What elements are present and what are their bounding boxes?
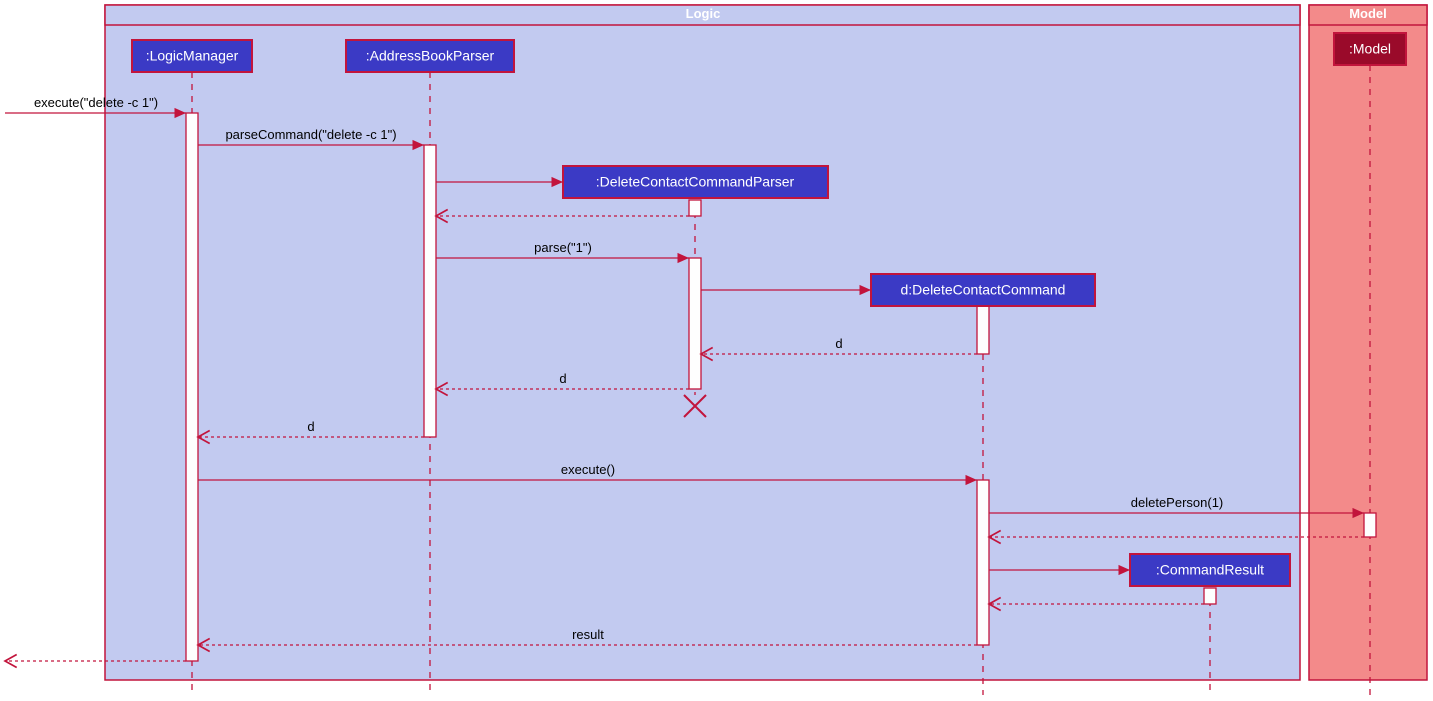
msg-return-result-label: result: [572, 627, 604, 642]
frame-model-label: Model: [1349, 6, 1387, 21]
participant-delete-contact-command-label: d:DeleteContactCommand: [901, 282, 1066, 298]
activation-logic-manager: [186, 113, 198, 661]
sequence-diagram: Logic Model :LogicManager :AddressBookPa…: [0, 0, 1433, 701]
activation-command-result: [1204, 588, 1216, 604]
msg-parse-command-label: parseCommand("delete -c 1"): [225, 127, 396, 142]
msg-return-d1-label: d: [835, 336, 842, 351]
activation-dccp-parse: [689, 258, 701, 389]
activation-dcc-execute: [977, 480, 989, 645]
frame-model: [1309, 5, 1427, 680]
activation-address-book-parser: [424, 145, 436, 437]
activation-dccp-create: [689, 200, 701, 216]
participant-delete-contact-command-parser-label: :DeleteContactCommandParser: [596, 174, 795, 190]
participant-address-book-parser-label: :AddressBookParser: [366, 48, 495, 64]
frame-logic: [105, 5, 1300, 680]
activation-model: [1364, 513, 1376, 537]
frame-logic-label: Logic: [686, 6, 721, 21]
msg-return-d3-label: d: [307, 419, 314, 434]
activation-dcc-create: [977, 306, 989, 354]
msg-return-d2-label: d: [559, 371, 566, 386]
msg-execute2-label: execute(): [561, 462, 615, 477]
msg-parse-label: parse("1"): [534, 240, 592, 255]
participant-model-label: :Model: [1349, 41, 1391, 57]
participant-logic-manager-label: :LogicManager: [146, 48, 239, 64]
participant-command-result-label: :CommandResult: [1156, 562, 1264, 578]
msg-execute-in-label: execute("delete -c 1"): [34, 95, 158, 110]
msg-delete-person-label: deletePerson(1): [1131, 495, 1224, 510]
